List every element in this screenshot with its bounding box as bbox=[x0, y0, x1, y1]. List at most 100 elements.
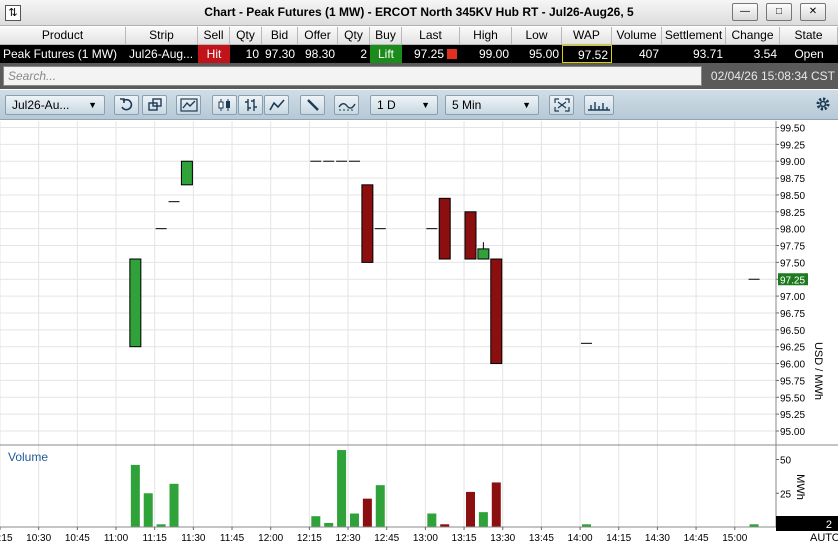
x-tick-label: 11:15 bbox=[143, 533, 168, 544]
gear-icon bbox=[816, 97, 829, 111]
window-title: Chart - Peak Futures (1 MW) - ERCOT Nort… bbox=[204, 5, 634, 19]
fit-icon bbox=[553, 98, 570, 112]
window-controls: — □ ✕ bbox=[732, 3, 826, 21]
volume-label: Volume bbox=[8, 450, 48, 464]
chevron-down-icon: ▼ bbox=[421, 100, 430, 110]
y-tick-label: 97.50 bbox=[780, 258, 805, 269]
x-tick-label: 10:15 bbox=[0, 533, 13, 544]
col-volume[interactable]: Volume bbox=[612, 27, 662, 45]
y-tick-label: 99.00 bbox=[780, 157, 805, 168]
auto-scale-label[interactable]: AUTO bbox=[810, 532, 838, 544]
restore-button[interactable]: □ bbox=[766, 3, 792, 21]
period-dropdown-label: 1 D bbox=[377, 98, 396, 112]
col-state[interactable]: State bbox=[780, 27, 838, 45]
col-offer-qty[interactable]: Qty bbox=[338, 27, 370, 45]
ohlc-icon bbox=[244, 99, 257, 111]
draw-line-button[interactable] bbox=[300, 95, 325, 115]
cell-wap: 97.52 bbox=[562, 45, 612, 63]
market-data-row[interactable]: Peak Futures (1 MW) Jul26-Aug... Hit 10 … bbox=[0, 45, 838, 63]
x-tick-label: 14:45 bbox=[684, 533, 709, 544]
col-wap[interactable]: WAP bbox=[562, 27, 612, 45]
cell-last: 97.25 bbox=[402, 45, 460, 63]
period-dropdown[interactable]: 1 D ▼ bbox=[370, 95, 438, 115]
x-tick-label: 10:30 bbox=[26, 533, 51, 544]
col-change[interactable]: Change bbox=[726, 27, 780, 45]
cell-state: Open bbox=[794, 47, 824, 61]
col-buy[interactable]: Buy bbox=[370, 27, 402, 45]
cell-change: 3.54 bbox=[753, 47, 777, 61]
col-sell[interactable]: Sell bbox=[198, 27, 230, 45]
search-input[interactable]: Search... bbox=[3, 66, 702, 86]
strip-dropdown[interactable]: Jul26-Au... ▼ bbox=[5, 95, 105, 115]
x-tick-label: 13:15 bbox=[452, 533, 477, 544]
undo-icon bbox=[119, 98, 132, 111]
indicator-icon bbox=[337, 103, 356, 111]
y-tick-label: 96.50 bbox=[780, 326, 805, 337]
y-tick-label: 97.00 bbox=[780, 292, 805, 303]
col-high[interactable]: High bbox=[460, 27, 512, 45]
x-tick-label: 13:30 bbox=[490, 533, 515, 544]
col-last[interactable]: Last bbox=[402, 27, 460, 45]
volume-bar bbox=[465, 491, 475, 527]
col-bid-qty[interactable]: Qty bbox=[230, 27, 262, 45]
x-tick-label: 14:00 bbox=[568, 533, 593, 544]
minimize-button[interactable]: — bbox=[732, 3, 758, 21]
price-chart[interactable]: 99.50 99.25 99.00 98.75 98.50 98.25 98.00 97.75… bbox=[0, 121, 838, 545]
cell-offer-qty: 2 bbox=[360, 47, 367, 61]
col-low[interactable]: Low bbox=[512, 27, 562, 45]
x-tick-label: 12:30 bbox=[336, 533, 361, 544]
y-tick-label: 95.75 bbox=[780, 376, 805, 387]
indicator-button[interactable] bbox=[334, 95, 359, 115]
cell-bid: 97.30 bbox=[265, 47, 296, 61]
cell-low: 95.00 bbox=[528, 47, 559, 61]
fit-button[interactable] bbox=[549, 95, 574, 115]
candlestick-icon bbox=[218, 99, 230, 111]
hit-button[interactable]: Hit bbox=[198, 45, 230, 63]
col-strip[interactable]: Strip bbox=[126, 27, 198, 45]
col-settlement[interactable]: Settlement bbox=[662, 27, 726, 45]
time-axis: 10:15 10:30 10:45 11:00 11:15 11:30 11:45 12:00… bbox=[0, 516, 838, 544]
cell-strip: Jul26-Aug... bbox=[129, 47, 194, 61]
col-offer[interactable]: Offer bbox=[298, 27, 338, 45]
chart-type-icon bbox=[179, 98, 198, 112]
cell-bid-qty: 10 bbox=[245, 47, 259, 61]
volume-bar bbox=[491, 482, 501, 527]
volume-unit-label: MWh bbox=[794, 474, 806, 500]
clock: 02/04/26 15:08:34 CST bbox=[710, 69, 835, 83]
popout-button[interactable] bbox=[142, 95, 167, 115]
col-product[interactable]: Product bbox=[0, 27, 126, 45]
volume-y-tick-label: 25 bbox=[780, 489, 792, 500]
settings-button[interactable] bbox=[810, 95, 835, 115]
lift-button[interactable]: Lift bbox=[370, 45, 402, 63]
volume-pane[interactable]: 50 25 bbox=[130, 450, 792, 527]
chart-grid bbox=[0, 121, 838, 527]
y-tick-label: 98.00 bbox=[780, 225, 805, 236]
volume-profile-icon bbox=[588, 102, 610, 111]
chevron-down-icon: ▼ bbox=[88, 100, 97, 110]
ohlc-button[interactable] bbox=[238, 95, 263, 115]
search-bar: Search... 02/04/26 15:08:34 CST bbox=[0, 63, 838, 89]
x-tick-label: 10:45 bbox=[65, 533, 90, 544]
y-axis-label: USD / MWh bbox=[812, 342, 824, 400]
last-price-label: 97.25 bbox=[780, 275, 805, 286]
close-button[interactable]: ✕ bbox=[800, 3, 826, 21]
candle-up bbox=[477, 248, 490, 260]
y-tick-label: 98.75 bbox=[780, 174, 805, 185]
x-tick-label: 15:00 bbox=[722, 533, 747, 544]
candlestick-button[interactable] bbox=[212, 95, 237, 115]
interval-dropdown[interactable]: 5 Min ▼ bbox=[445, 95, 539, 115]
cell-high: 99.00 bbox=[478, 47, 509, 61]
col-bid[interactable]: Bid bbox=[262, 27, 298, 45]
x-tick-label: 12:15 bbox=[297, 533, 322, 544]
chart-type-button[interactable] bbox=[176, 95, 201, 115]
volume-bar bbox=[143, 493, 153, 527]
y-tick-label: 97.75 bbox=[780, 242, 805, 253]
volume-profile-button[interactable] bbox=[584, 95, 614, 115]
undo-button[interactable] bbox=[114, 95, 139, 115]
chevron-down-icon: ▼ bbox=[522, 100, 531, 110]
volume-bar bbox=[375, 485, 385, 527]
line-chart-button[interactable] bbox=[264, 95, 289, 115]
x-tick-label: 11:45 bbox=[220, 533, 245, 544]
cell-offer: 98.30 bbox=[304, 47, 335, 61]
volume-bar bbox=[324, 522, 334, 527]
